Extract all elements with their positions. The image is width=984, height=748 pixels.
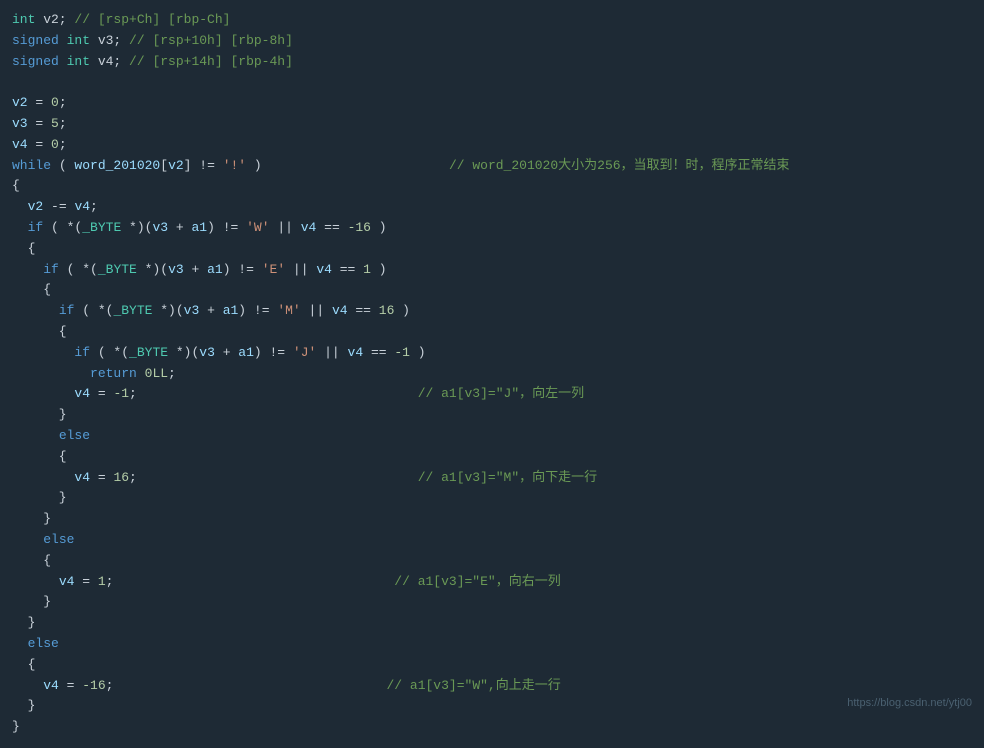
code-line: if ( *(_BYTE *)(v3 + a1) != 'J' || v4 ==… bbox=[12, 343, 972, 364]
code-line: v4 = -1; // a1[v3]="J"，向左一列 bbox=[12, 384, 972, 405]
code-line: } bbox=[12, 592, 972, 613]
code-line: else bbox=[12, 426, 972, 447]
code-line: int v2; // [rsp+Ch] [rbp-Ch] bbox=[12, 10, 972, 31]
code-line: { bbox=[12, 176, 972, 197]
code-line bbox=[12, 72, 972, 93]
code-line: v4 = -16; // a1[v3]="W",向上走一行 bbox=[12, 676, 972, 697]
code-line: } bbox=[12, 488, 972, 509]
code-line: v4 = 0; bbox=[12, 135, 972, 156]
code-line: if ( *(_BYTE *)(v3 + a1) != 'E' || v4 ==… bbox=[12, 260, 972, 281]
code-line: { bbox=[12, 655, 972, 676]
code-container: int v2; // [rsp+Ch] [rbp-Ch]signed int v… bbox=[12, 10, 972, 738]
code-line: } bbox=[12, 405, 972, 426]
code-line: { bbox=[12, 551, 972, 572]
code-line: else bbox=[12, 634, 972, 655]
code-line: } bbox=[12, 717, 972, 738]
code-line: else bbox=[12, 530, 972, 551]
code-line: v4 = 1; // a1[v3]="E"，向右一列 bbox=[12, 572, 972, 593]
code-line: if ( *(_BYTE *)(v3 + a1) != 'W' || v4 ==… bbox=[12, 218, 972, 239]
code-line: } bbox=[12, 696, 972, 717]
code-line: { bbox=[12, 239, 972, 260]
code-line: v2 = 0; bbox=[12, 93, 972, 114]
code-line: } bbox=[12, 509, 972, 530]
code-line: v2 -= v4; bbox=[12, 197, 972, 218]
watermark: https://blog.csdn.net/ytj00 bbox=[847, 697, 972, 709]
code-line: signed int v4; // [rsp+14h] [rbp-4h] bbox=[12, 52, 972, 73]
code-line: { bbox=[12, 447, 972, 468]
code-line: v3 = 5; bbox=[12, 114, 972, 135]
code-line: return 0LL; bbox=[12, 364, 972, 385]
code-line: while ( word_201020[v2] != '!' ) // word… bbox=[12, 156, 972, 177]
code-line: v4 = 16; // a1[v3]="M"，向下走一行 bbox=[12, 468, 972, 489]
code-line: signed int v3; // [rsp+10h] [rbp-8h] bbox=[12, 31, 972, 52]
code-line: { bbox=[12, 322, 972, 343]
code-line: } bbox=[12, 613, 972, 634]
code-line: if ( *(_BYTE *)(v3 + a1) != 'M' || v4 ==… bbox=[12, 301, 972, 322]
code-line: { bbox=[12, 280, 972, 301]
